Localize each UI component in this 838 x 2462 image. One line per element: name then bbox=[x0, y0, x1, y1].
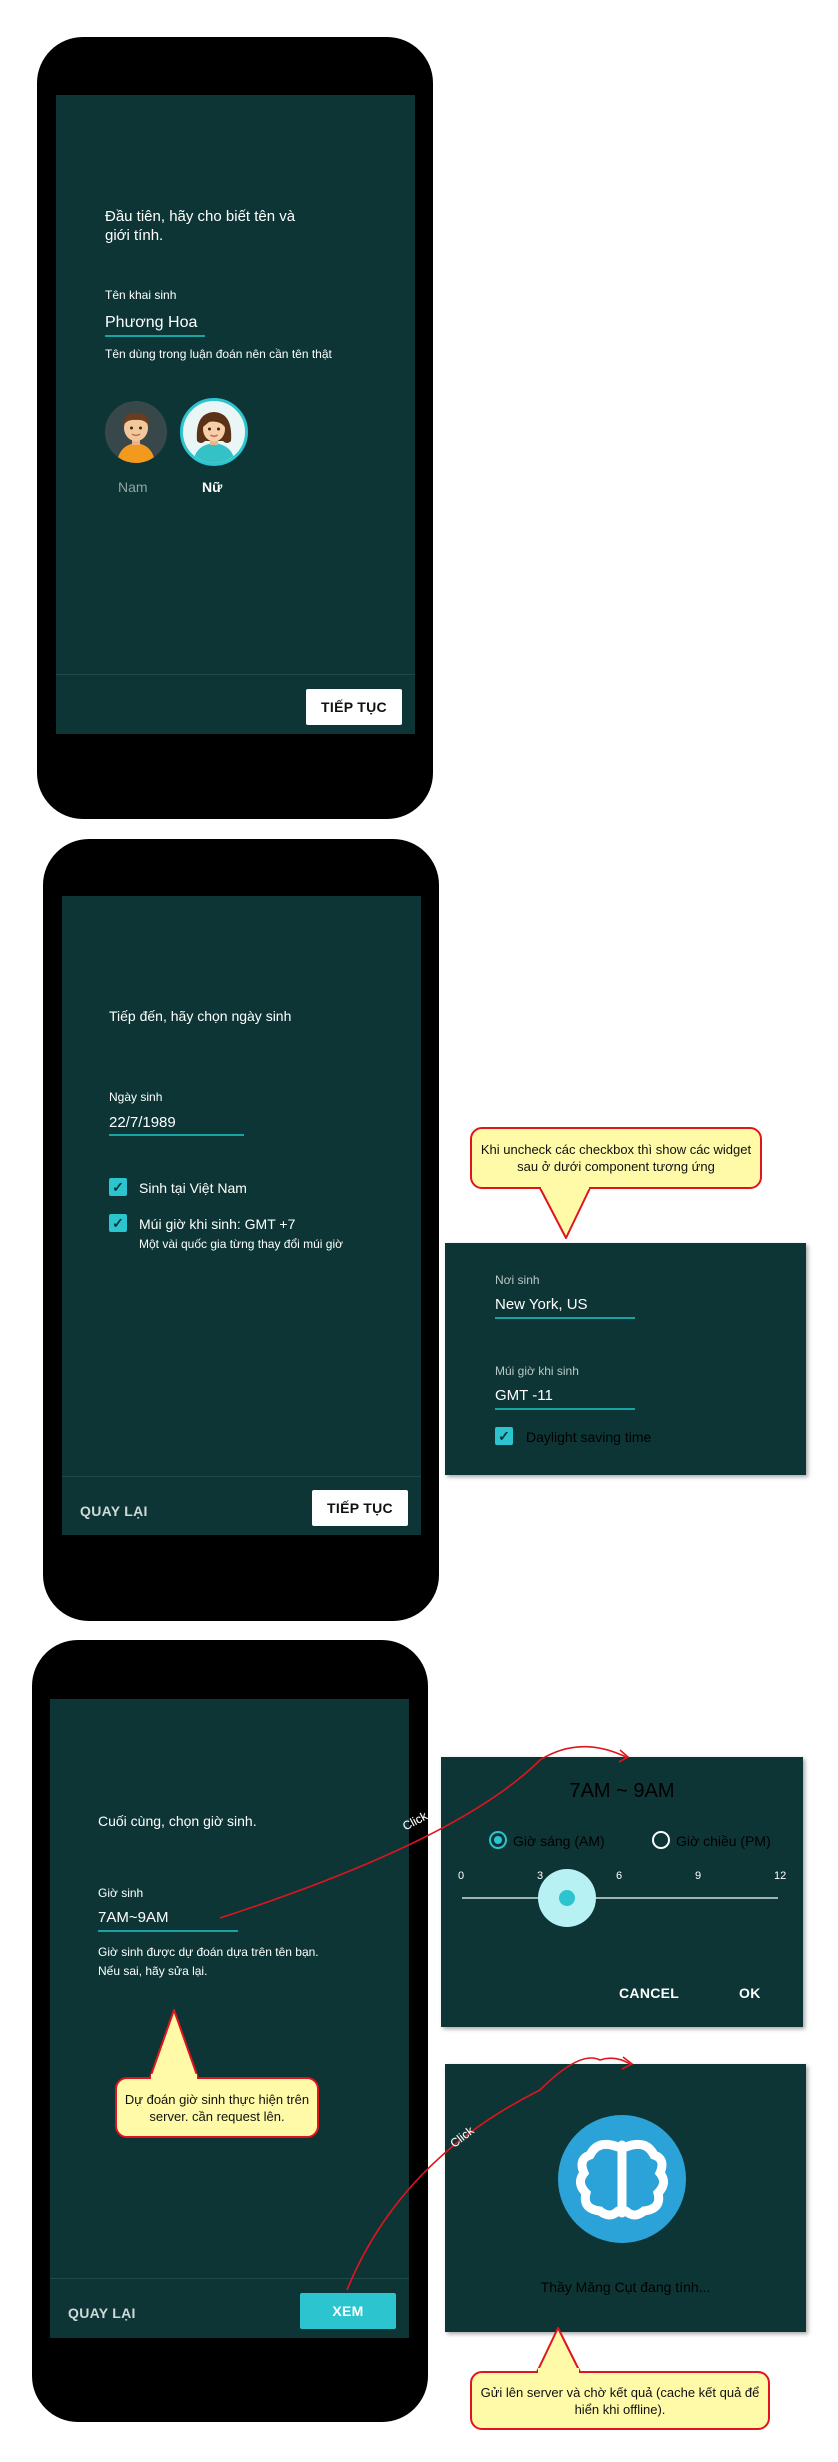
annotation-arrows bbox=[149, 1184, 634, 2374]
